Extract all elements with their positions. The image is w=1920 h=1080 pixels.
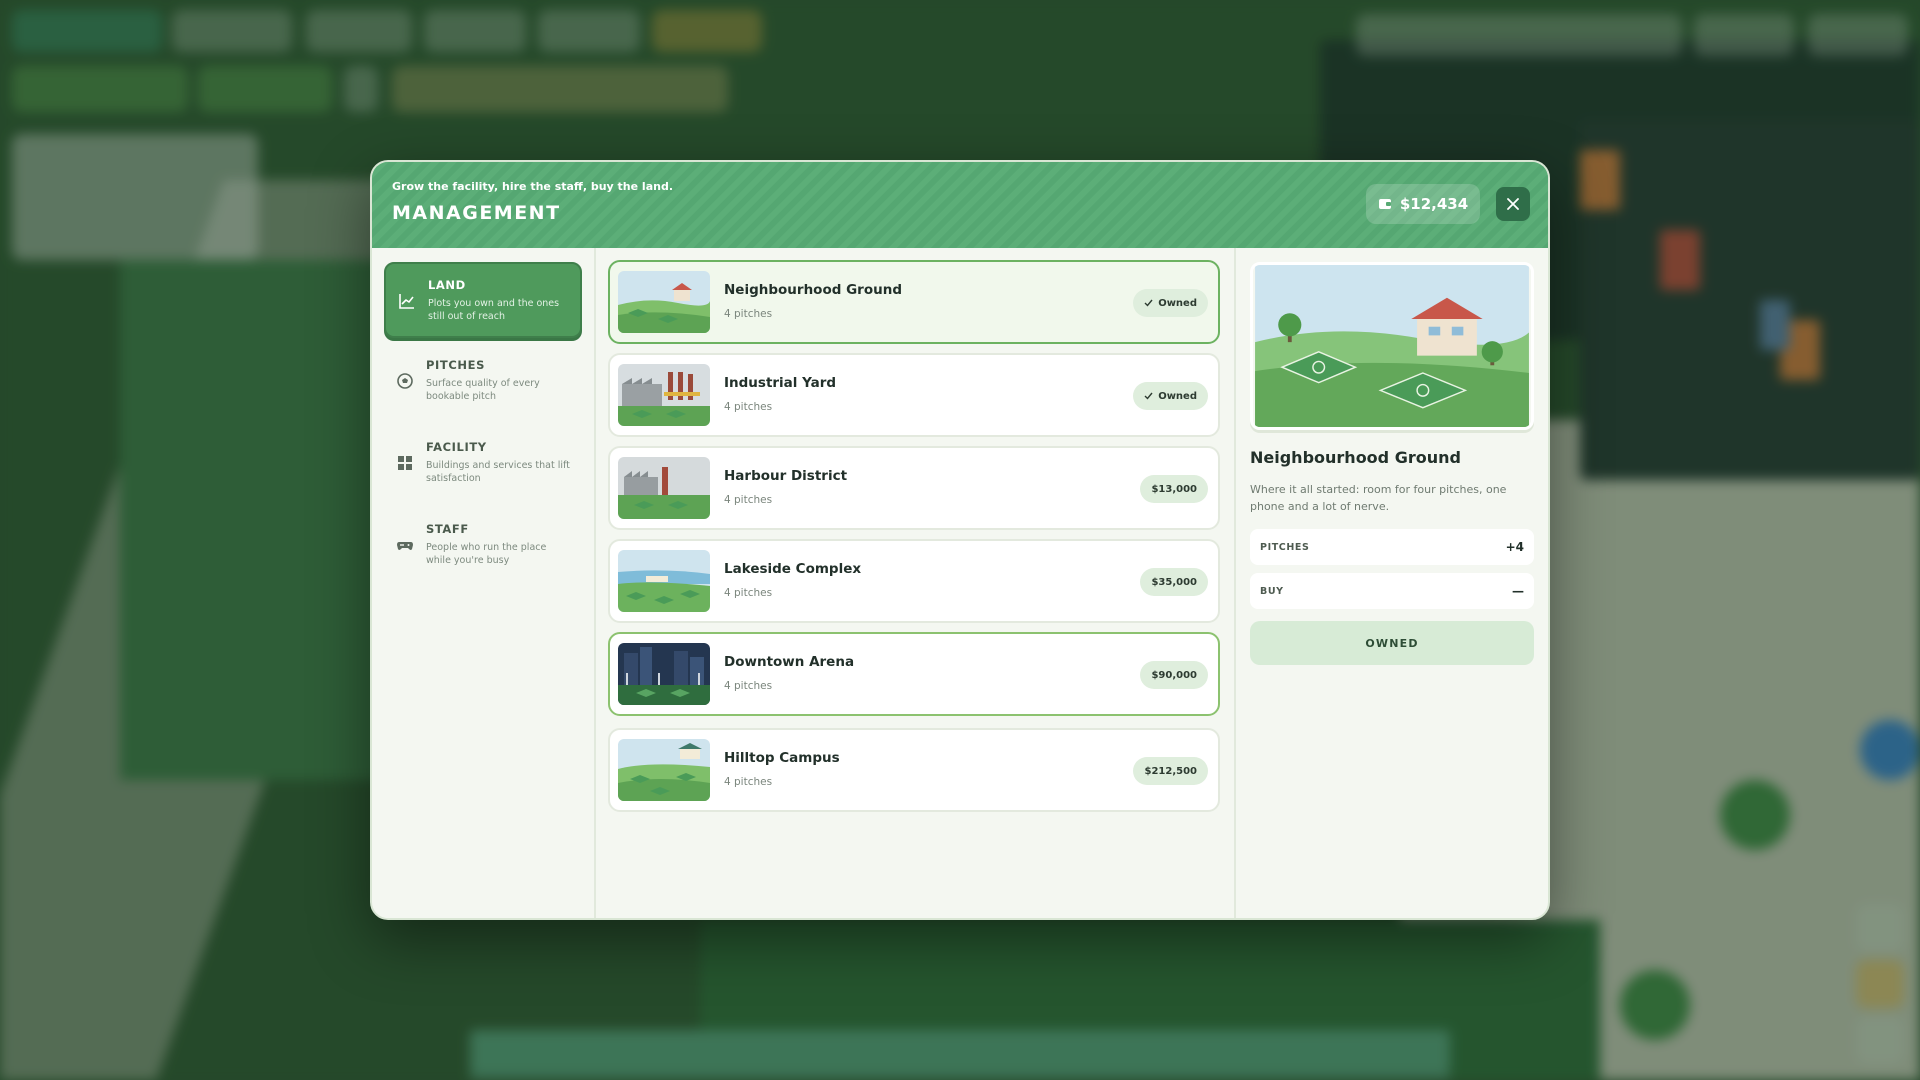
neighbourhood-thumbnail — [618, 271, 710, 333]
badge-label: $35,000 — [1151, 576, 1197, 588]
sidebar-item-label: PITCHES — [426, 358, 485, 372]
land-hero-illustration — [1250, 262, 1534, 430]
owned-badge: Owned — [1133, 382, 1208, 410]
check-icon — [1144, 299, 1153, 307]
sidebar-item-desc: People who run the place while you're bu… — [426, 542, 547, 566]
land-card-lakeside-complex[interactable]: Lakeside Complex 4 pitches $35,000 — [608, 539, 1220, 623]
downtown-thumbnail — [618, 643, 710, 705]
badge-label: $212,500 — [1144, 765, 1197, 777]
grid-icon — [398, 456, 412, 470]
gamepad-icon — [397, 542, 413, 550]
badge-label: Owned — [1158, 390, 1197, 402]
land-card-downtown-arena[interactable]: Downtown Arena 4 pitches $90,000 — [608, 632, 1220, 716]
land-pitch-count: 4 pitches — [724, 587, 773, 599]
sidebar-item-pitches[interactable]: PITCHES Surface quality of every bookabl… — [384, 344, 582, 420]
land-card-industrial-yard[interactable]: Industrial Yard 4 pitches Owned — [608, 353, 1220, 437]
land-detail-panel: Neighbourhood Ground Where it all starte… — [1234, 248, 1548, 918]
badge-label: Owned — [1158, 297, 1197, 309]
owned-button[interactable]: OWNED — [1250, 621, 1534, 665]
land-name: Neighbourhood Ground — [724, 282, 902, 298]
harbour-thumbnail — [618, 457, 710, 519]
sidebar-item-desc: Plots you own and the ones still out of … — [428, 298, 560, 322]
sidebar-item-desc: Buildings and services that lift satisfa… — [426, 460, 570, 484]
stat-key: BUY — [1260, 585, 1284, 597]
owned-badge: Owned — [1133, 289, 1208, 317]
land-name: Downtown Arena — [724, 654, 855, 670]
land-pitch-count: 4 pitches — [724, 401, 773, 413]
sidebar-item-label: STAFF — [426, 522, 469, 536]
land-name: Lakeside Complex — [724, 561, 862, 577]
detail-description: Where it all started: room for four pitc… — [1250, 483, 1507, 513]
land-card-neighbourhood-ground[interactable]: Neighbourhood Ground 4 pitches Owned — [608, 260, 1220, 344]
hilltop-thumbnail — [618, 739, 710, 801]
price-badge: $35,000 — [1140, 568, 1208, 596]
stat-value: +4 — [1505, 540, 1524, 554]
sidebar-item-label: FACILITY — [426, 440, 487, 454]
soccer-ball-icon — [397, 373, 413, 389]
land-pitch-count: 4 pitches — [724, 680, 773, 692]
money-display: $12,434 — [1366, 184, 1480, 224]
sidebar-item-label: LAND — [428, 278, 466, 292]
stat-row-buy: BUY — — [1250, 573, 1534, 609]
modal-title: MANAGEMENT — [392, 202, 561, 224]
sidebar-item-land[interactable]: LAND Plots you own and the ones still ou… — [384, 262, 582, 338]
badge-label: $13,000 — [1151, 483, 1197, 495]
detail-title: Neighbourhood Ground — [1250, 448, 1461, 467]
modal-subtitle: Grow the facility, hire the staff, buy t… — [392, 180, 674, 193]
close-button[interactable] — [1496, 187, 1530, 221]
stat-value: — — [1512, 584, 1524, 598]
price-badge: $212,500 — [1133, 757, 1208, 785]
sidebar-item-staff[interactable]: STAFF People who run the place while you… — [384, 508, 582, 584]
land-name: Hilltop Campus — [724, 750, 840, 766]
close-icon — [1507, 198, 1519, 210]
land-card-hilltop-campus[interactable]: Hilltop Campus 4 pitches $212,500 — [608, 728, 1220, 812]
land-card-harbour-district[interactable]: Harbour District 4 pitches $13,000 — [608, 446, 1220, 530]
management-sidebar: LAND Plots you own and the ones still ou… — [372, 248, 596, 918]
land-pitch-count: 4 pitches — [724, 308, 773, 320]
money-value: $12,434 — [1399, 195, 1469, 213]
badge-label: $90,000 — [1151, 669, 1197, 681]
chart-line-icon — [399, 294, 414, 309]
lakeside-thumbnail — [618, 550, 710, 612]
check-icon — [1144, 392, 1153, 400]
stat-row-pitches: PITCHES +4 — [1250, 529, 1534, 565]
sidebar-item-facility[interactable]: FACILITY Buildings and services that lif… — [384, 426, 582, 502]
land-pitch-count: 4 pitches — [724, 494, 773, 506]
land-list: Neighbourhood Ground 4 pitches Owned Ind… — [608, 260, 1220, 918]
management-modal: Grow the facility, hire the staff, buy t… — [370, 160, 1550, 920]
modal-header: Grow the facility, hire the staff, buy t… — [372, 162, 1548, 248]
wallet-icon — [1378, 199, 1391, 209]
industrial-thumbnail — [618, 364, 710, 426]
price-badge: $90,000 — [1140, 661, 1208, 689]
land-name: Industrial Yard — [724, 375, 837, 391]
price-badge: $13,000 — [1140, 475, 1208, 503]
stat-key: PITCHES — [1260, 541, 1310, 553]
land-pitch-count: 4 pitches — [724, 776, 773, 788]
sidebar-item-desc: Surface quality of every bookable pitch — [426, 378, 540, 402]
land-name: Harbour District — [724, 468, 848, 484]
